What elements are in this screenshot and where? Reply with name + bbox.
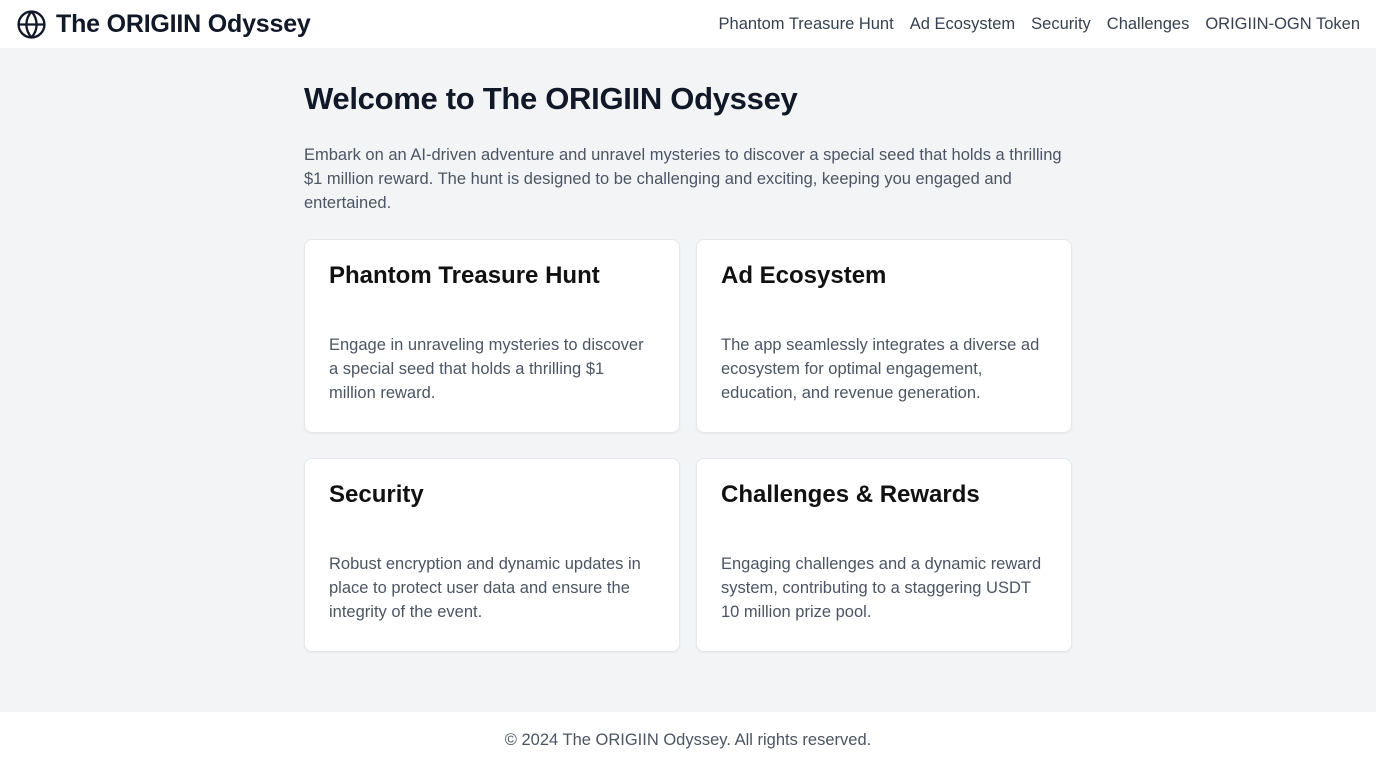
- feature-card-challenges-rewards: Challenges & Rewards Engaging challenges…: [696, 458, 1072, 652]
- card-title: Challenges & Rewards: [721, 481, 980, 508]
- card-title: Security: [329, 481, 424, 508]
- card-title: Phantom Treasure Hunt: [329, 262, 600, 289]
- intro-text: Embark on an AI-driven adventure and unr…: [304, 146, 1062, 212]
- card-title: Ad Ecosystem: [721, 262, 887, 289]
- feature-grid: Phantom Treasure Hunt Engage in unraveli…: [304, 239, 1072, 652]
- nav-link-ad-ecosystem[interactable]: Ad Ecosystem: [910, 15, 1015, 34]
- globe-icon: [16, 9, 47, 40]
- nav-link-origiin-ogn-token[interactable]: ORIGIIN-OGN Token: [1205, 15, 1360, 34]
- nav-link-challenges[interactable]: Challenges: [1107, 15, 1190, 34]
- top-navbar: The ORIGIIN Odyssey Phantom Treasure Hun…: [0, 0, 1376, 48]
- main-nav: Phantom Treasure Hunt Ad Ecosystem Secur…: [719, 15, 1360, 34]
- page-footer: © 2024 The ORIGIIN Odyssey. All rights r…: [0, 712, 1376, 768]
- card-text: Robust encryption and dynamic updates in…: [329, 555, 641, 621]
- brand-link[interactable]: The ORIGIIN Odyssey: [16, 9, 311, 40]
- card-text: Engage in unraveling mysteries to discov…: [329, 336, 644, 402]
- copyright-text: © 2024 The ORIGIIN Odyssey. All rights r…: [504, 730, 872, 749]
- feature-card-security: Security Robust encryption and dynamic u…: [304, 458, 680, 652]
- card-text: Engaging challenges and a dynamic reward…: [721, 555, 1042, 621]
- content-container: Welcome to The ORIGIIN Odyssey Embark on…: [304, 48, 1072, 652]
- feature-card-phantom-treasure-hunt: Phantom Treasure Hunt Engage in unraveli…: [304, 239, 680, 433]
- site-title: The ORIGIIN Odyssey: [56, 9, 311, 38]
- card-text: The app seamlessly integrates a diverse …: [721, 336, 1040, 402]
- nav-link-phantom-treasure-hunt[interactable]: Phantom Treasure Hunt: [719, 15, 894, 34]
- page-title: Welcome to The ORIGIIN Odyssey: [304, 81, 798, 116]
- nav-link-security[interactable]: Security: [1031, 15, 1091, 34]
- main-content: Welcome to The ORIGIIN Odyssey Embark on…: [0, 48, 1376, 712]
- feature-card-ad-ecosystem: Ad Ecosystem The app seamlessly integrat…: [696, 239, 1072, 433]
